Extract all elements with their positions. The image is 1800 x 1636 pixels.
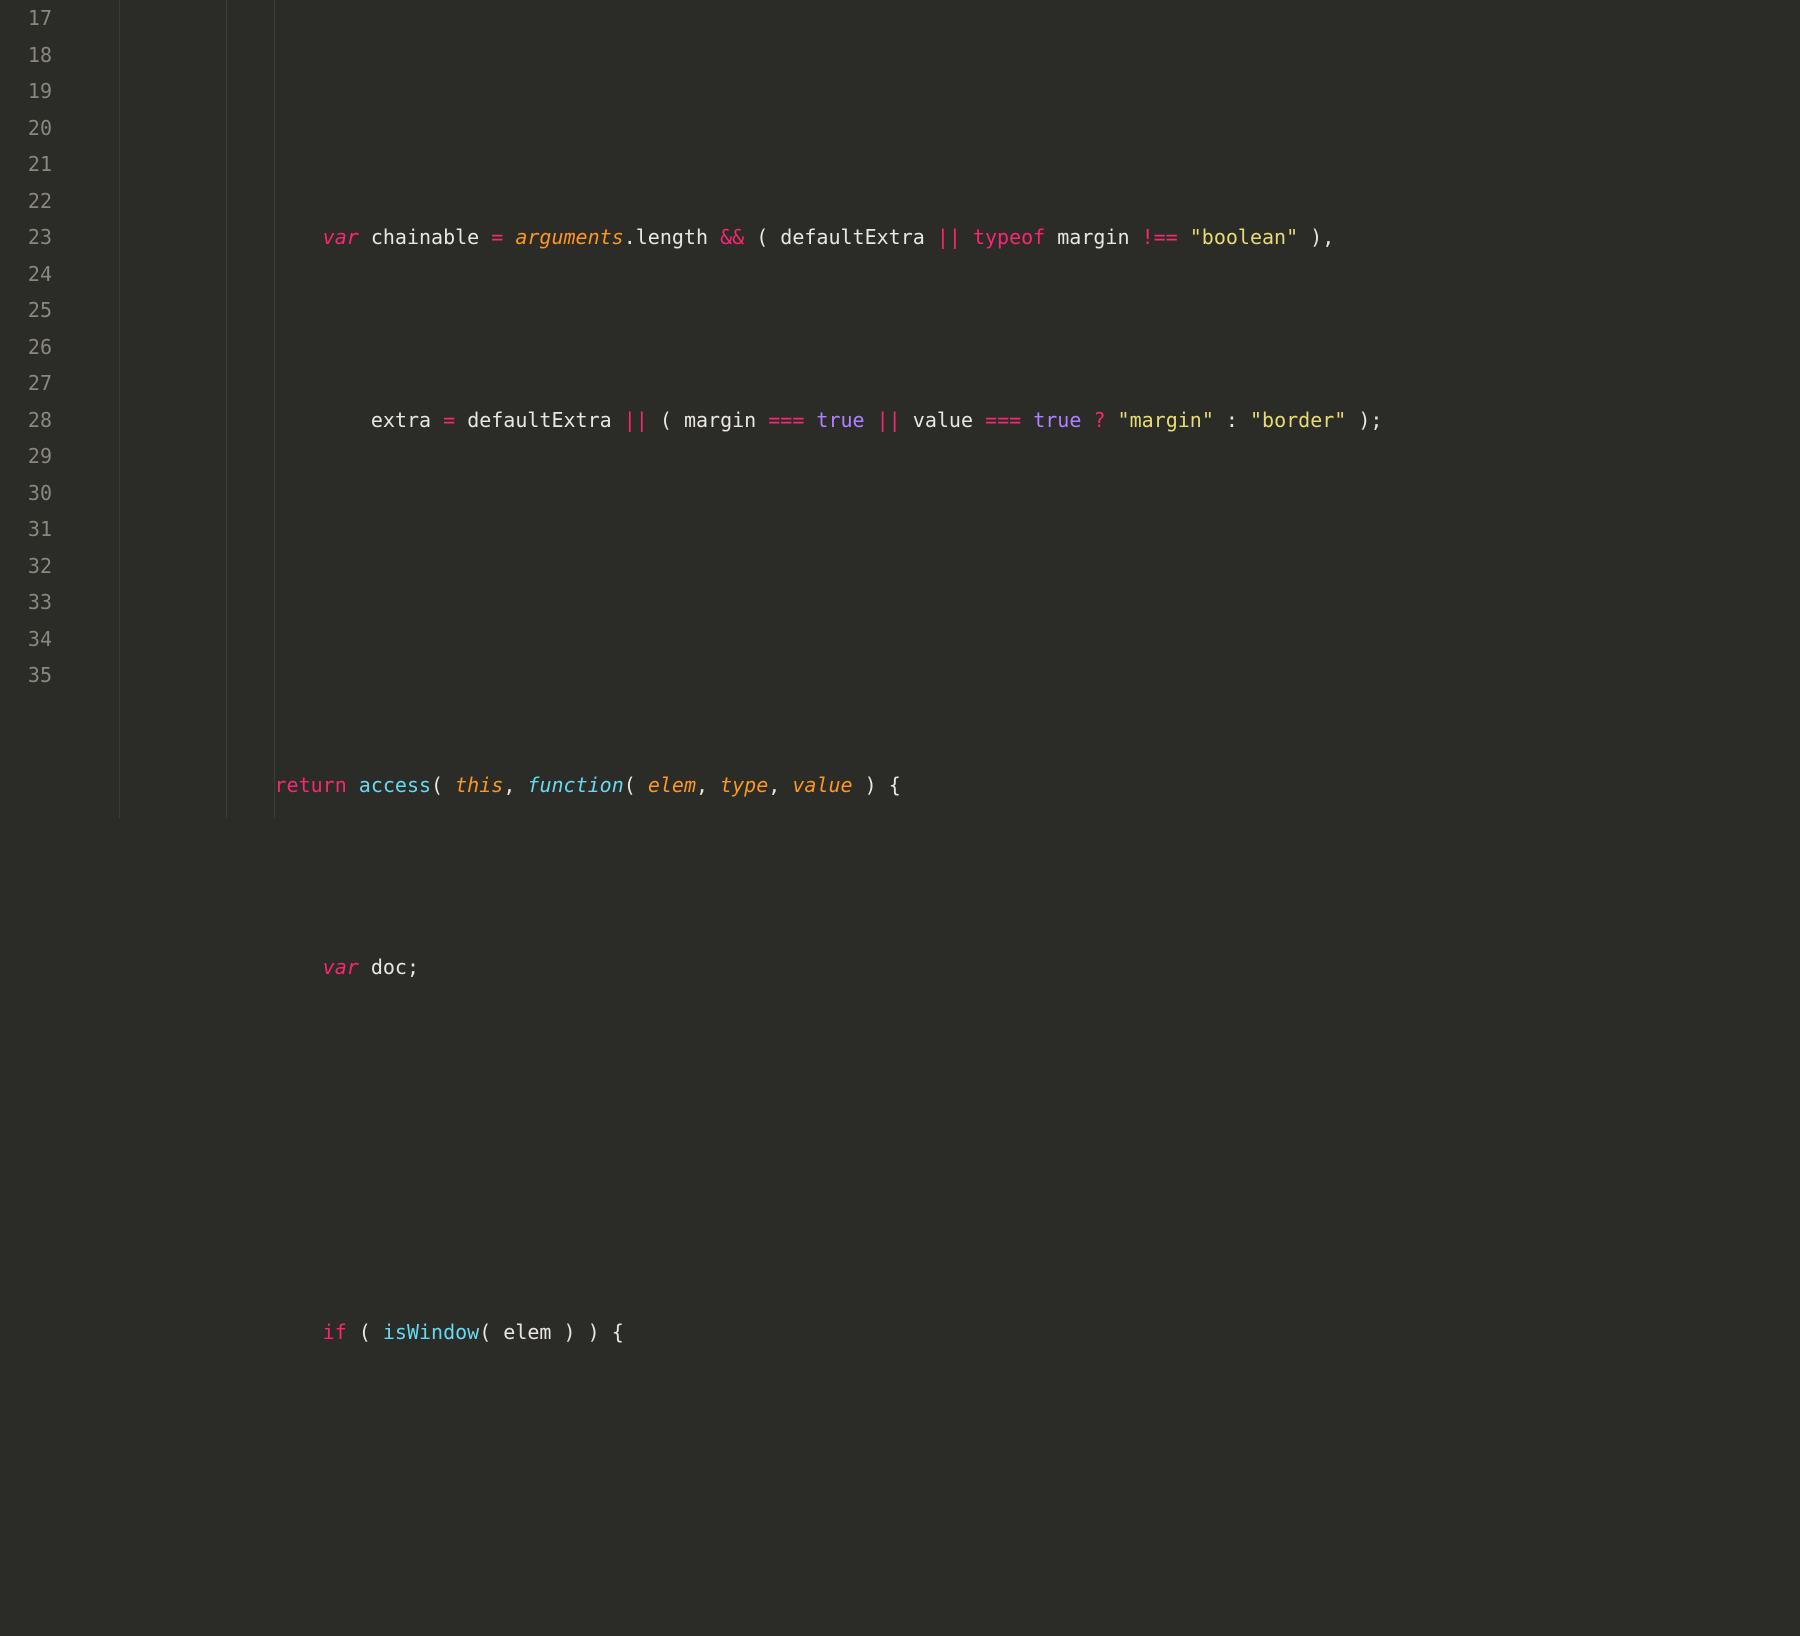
- line-number: 31: [0, 511, 52, 548]
- line-number: 35: [0, 657, 52, 694]
- code-line[interactable]: return access( this, function( elem, typ…: [130, 767, 1800, 804]
- line-number: 27: [0, 365, 52, 402]
- line-number: 29: [0, 438, 52, 475]
- code-line[interactable]: extra = defaultExtra || ( margin === tru…: [130, 402, 1800, 439]
- line-number: 30: [0, 475, 52, 512]
- line-number: 20: [0, 110, 52, 147]
- code-line[interactable]: [130, 584, 1800, 621]
- code-line[interactable]: var chainable = arguments.length && ( de…: [130, 219, 1800, 256]
- line-number: 17: [0, 0, 52, 37]
- line-number: 33: [0, 584, 52, 621]
- code-editor[interactable]: 17 18 19 20 21 22 23 24 25 26 27 28 29 3…: [0, 0, 1800, 818]
- fold-column: [70, 0, 120, 818]
- line-number: 26: [0, 329, 52, 366]
- code-line[interactable]: [130, 1132, 1800, 1169]
- code-line[interactable]: if ( isWindow( elem ) ) {: [130, 1314, 1800, 1351]
- line-number: 32: [0, 548, 52, 585]
- line-number: 34: [0, 621, 52, 658]
- line-number: 24: [0, 256, 52, 293]
- line-number: 21: [0, 146, 52, 183]
- line-number: 28: [0, 402, 52, 439]
- line-number: 19: [0, 73, 52, 110]
- line-number: 18: [0, 37, 52, 74]
- line-number: 25: [0, 292, 52, 329]
- line-number-gutter: 17 18 19 20 21 22 23 24 25 26 27 28 29 3…: [0, 0, 70, 818]
- code-line[interactable]: var doc;: [130, 949, 1800, 986]
- code-line[interactable]: [130, 1497, 1800, 1534]
- line-number: 23: [0, 219, 52, 256]
- line-number: 22: [0, 183, 52, 220]
- code-area[interactable]: var chainable = arguments.length && ( de…: [120, 0, 1800, 818]
